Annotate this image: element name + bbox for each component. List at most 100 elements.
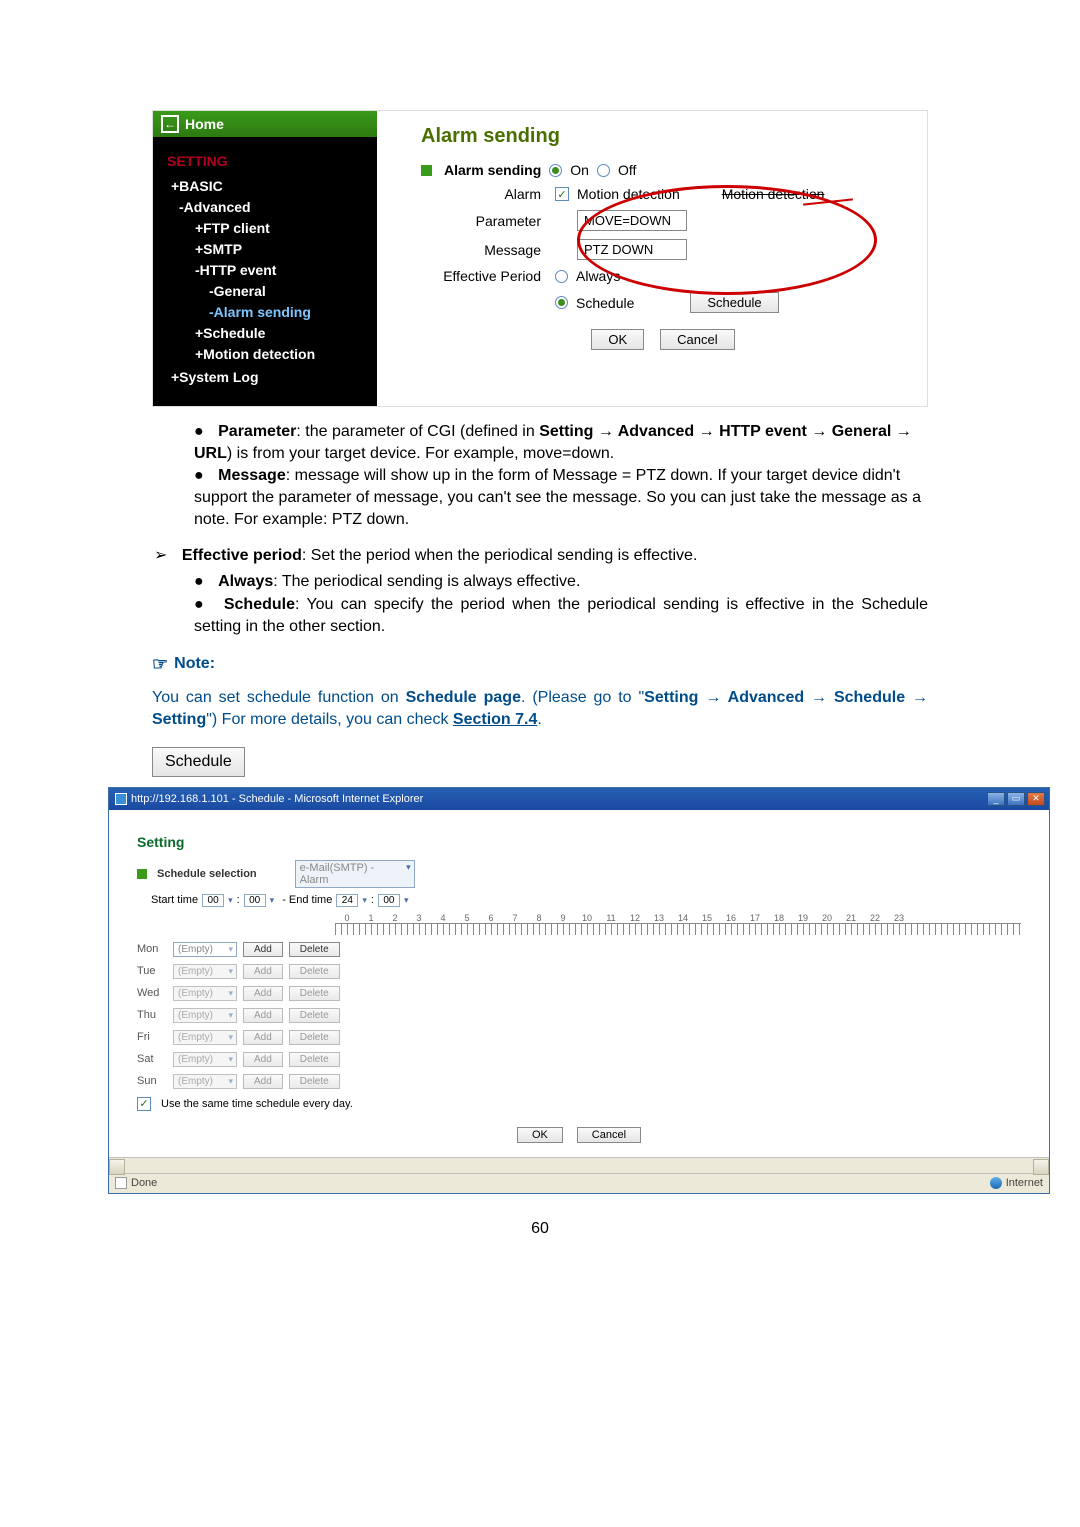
- slot-select: (Empty): [173, 1052, 237, 1067]
- back-icon[interactable]: ←: [161, 115, 179, 133]
- radio-off[interactable]: [597, 164, 610, 177]
- start-hour[interactable]: 00: [202, 894, 224, 907]
- start-min-arrow[interactable]: ▾: [270, 895, 275, 906]
- nav-advanced[interactable]: -Advanced: [179, 197, 363, 218]
- add-button: Add: [243, 1030, 283, 1045]
- bullet-icon: [137, 869, 147, 879]
- delete-button: Delete: [289, 986, 340, 1001]
- li-effective-period: Effective period: Set the period when th…: [154, 545, 928, 567]
- schedule-button[interactable]: Schedule: [690, 292, 778, 313]
- slot-select: (Empty): [173, 1074, 237, 1089]
- home-label: Home: [185, 116, 224, 132]
- timeline-ruler: [335, 923, 1021, 935]
- nav-alarm-sending[interactable]: -Alarm sending: [209, 302, 363, 323]
- horizontal-scrollbar[interactable]: [109, 1157, 1049, 1173]
- end-hour-arrow[interactable]: ▾: [362, 895, 367, 906]
- motion-detection-label: Motion detection: [577, 186, 680, 202]
- use-same-label: Use the same time schedule every day.: [161, 1098, 353, 1110]
- hour-tick: 12: [623, 913, 647, 923]
- message-field[interactable]: PTZ DOWN: [577, 239, 687, 260]
- add-button: Add: [243, 1052, 283, 1067]
- hour-tick: 18: [767, 913, 791, 923]
- hour-tick: 9: [551, 913, 575, 923]
- note-paragraph: You can set schedule function on Schedul…: [152, 687, 928, 731]
- minimize-button[interactable]: _: [987, 792, 1005, 806]
- nav-motion[interactable]: +Motion detection: [195, 344, 363, 365]
- motion-checkbox[interactable]: ✓: [555, 187, 569, 201]
- time-range-row: Start time 00▾ : 00▾ - End time 24▾ : 00…: [151, 894, 1021, 907]
- day-label: Thu: [137, 1009, 167, 1021]
- nav-smtp[interactable]: +SMTP: [195, 239, 363, 260]
- page-number: 60: [108, 1220, 972, 1238]
- always-label: Always: [576, 268, 620, 284]
- add-button[interactable]: Add: [243, 942, 283, 957]
- week-row: Sun(Empty)AddDelete: [137, 1074, 1021, 1089]
- row-message: Message PTZ DOWN: [421, 239, 905, 260]
- end-min-arrow[interactable]: ▾: [404, 895, 409, 906]
- week-row: Mon(Empty)AddDelete: [137, 942, 1021, 957]
- row-effective-period: Effective Period Always: [421, 268, 905, 284]
- nav-syslog[interactable]: +System Log: [171, 367, 363, 388]
- nav-basic[interactable]: +BASIC: [171, 176, 363, 197]
- hour-tick: 2: [383, 913, 407, 923]
- ie-title-text: http://192.168.1.101 - Schedule - Micros…: [131, 793, 423, 805]
- li-always: Always: The periodical sending is always…: [194, 571, 928, 593]
- schedule-selection-dropdown[interactable]: e-Mail(SMTP) - Alarm: [295, 860, 415, 888]
- hour-tick: 1: [359, 913, 383, 923]
- start-hour-arrow[interactable]: ▾: [228, 895, 233, 906]
- hour-tick: 14: [671, 913, 695, 923]
- timeline-hours: 01234567891011121314151617181920212223: [335, 913, 1021, 923]
- schedule-inline-button[interactable]: Schedule: [152, 747, 245, 777]
- end-hour[interactable]: 24: [336, 894, 358, 907]
- close-button[interactable]: ✕: [1027, 792, 1045, 806]
- bullet-icon: [421, 165, 432, 176]
- week-row: Thu(Empty)AddDelete: [137, 1008, 1021, 1023]
- end-min[interactable]: 00: [378, 894, 400, 907]
- nav-http[interactable]: -HTTP event: [195, 260, 363, 281]
- cancel-button[interactable]: Cancel: [660, 329, 734, 350]
- radio-always[interactable]: [555, 270, 568, 283]
- nav-schedule[interactable]: +Schedule: [195, 323, 363, 344]
- ie-app-icon: [115, 793, 127, 805]
- home-bar[interactable]: ← Home: [153, 111, 377, 137]
- start-min[interactable]: 00: [244, 894, 266, 907]
- radio-on[interactable]: [549, 164, 562, 177]
- day-label: Sat: [137, 1053, 167, 1065]
- hour-tick: 20: [815, 913, 839, 923]
- hour-tick: 16: [719, 913, 743, 923]
- use-same-checkbox[interactable]: ✓: [137, 1097, 151, 1111]
- delete-button[interactable]: Delete: [289, 942, 340, 957]
- row-alarm-sending: Alarm sending On Off: [421, 162, 905, 178]
- panel-title: Alarm sending: [421, 125, 905, 148]
- effective-period-label: Effective Period: [421, 268, 541, 284]
- week-row: Tue(Empty)AddDelete: [137, 964, 1021, 979]
- hour-tick: 13: [647, 913, 671, 923]
- ok-button[interactable]: OK: [591, 329, 644, 350]
- slot-select: (Empty): [173, 1030, 237, 1045]
- day-label: Wed: [137, 987, 167, 999]
- slot-select[interactable]: (Empty): [173, 942, 237, 957]
- radio-schedule[interactable]: [555, 296, 568, 309]
- slot-select: (Empty): [173, 986, 237, 1001]
- delete-button: Delete: [289, 1052, 340, 1067]
- add-button: Add: [243, 964, 283, 979]
- delete-button: Delete: [289, 1008, 340, 1023]
- li-message: Message: message will show up in the for…: [194, 465, 928, 531]
- nav-general[interactable]: -General: [209, 281, 363, 302]
- ie-status-internet: Internet: [1006, 1177, 1043, 1189]
- hour-tick: 10: [575, 913, 599, 923]
- ie-ok-button[interactable]: OK: [517, 1127, 563, 1143]
- doc-text: Parameter: the parameter of CGI (defined…: [152, 421, 928, 787]
- alarm-label: Alarm: [421, 186, 541, 202]
- camera-form: Alarm sending Alarm sending On Off Alarm…: [377, 111, 927, 406]
- hour-tick: 15: [695, 913, 719, 923]
- camera-sidebar: ← Home SETTING +BASIC -Advanced +FTP cli…: [153, 111, 377, 406]
- ie-status-done: Done: [131, 1177, 157, 1189]
- nav-ftp[interactable]: +FTP client: [195, 218, 363, 239]
- ie-cancel-button[interactable]: Cancel: [577, 1127, 641, 1143]
- day-label: Tue: [137, 965, 167, 977]
- add-button: Add: [243, 1008, 283, 1023]
- add-button: Add: [243, 986, 283, 1001]
- parameter-field[interactable]: MOVE=DOWN: [577, 210, 687, 231]
- maximize-button[interactable]: ▭: [1007, 792, 1025, 806]
